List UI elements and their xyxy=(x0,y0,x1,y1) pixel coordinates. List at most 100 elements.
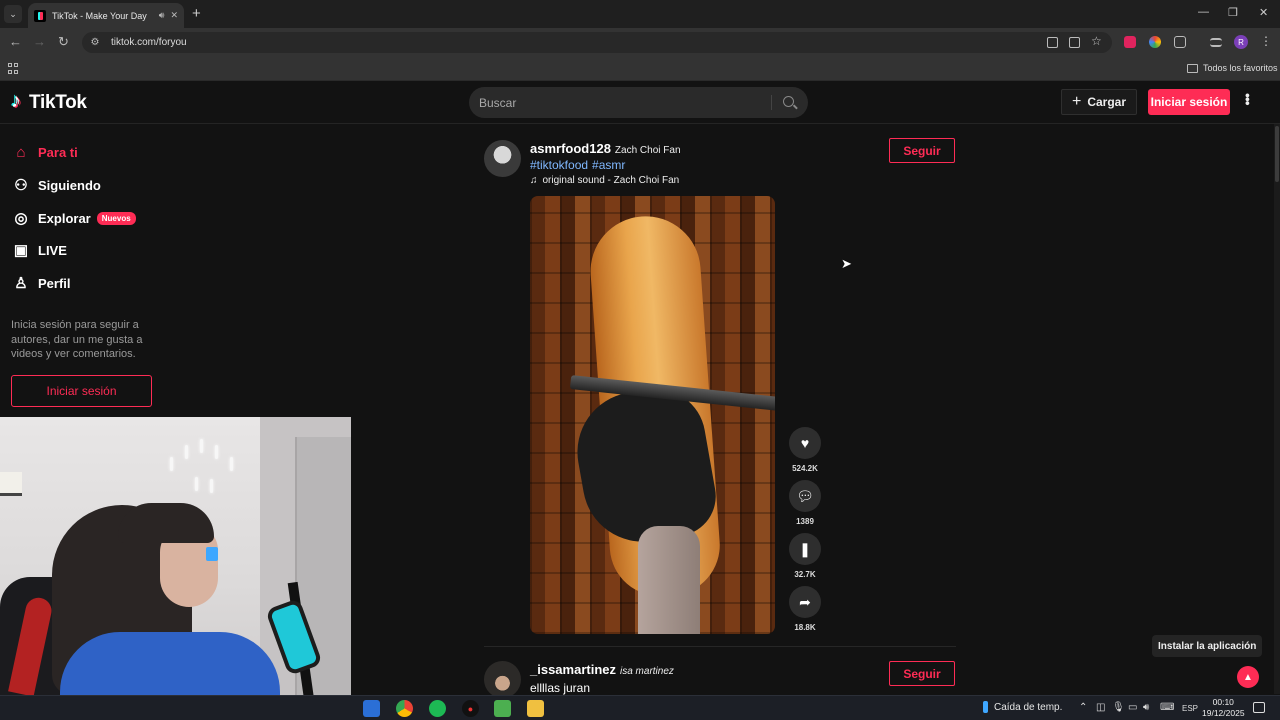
user-icon: ♙ xyxy=(14,275,28,292)
new-badge: Nuevos xyxy=(96,211,136,225)
follow-button[interactable]: Seguir xyxy=(889,661,955,686)
avatar[interactable] xyxy=(484,661,521,695)
share-count: 18.8K xyxy=(794,623,816,632)
scrollbar-thumb[interactable] xyxy=(1275,126,1279,182)
search-icon[interactable] xyxy=(783,96,794,107)
tiktok-note-icon xyxy=(11,90,25,113)
username: asmrfood128 xyxy=(530,141,611,156)
weather-widget[interactable]: Caída de temp. xyxy=(983,701,1062,713)
hashtag-link[interactable]: #tiktokfood xyxy=(530,158,588,172)
home-icon: ⌂ xyxy=(16,143,26,161)
extension-icon[interactable] xyxy=(1124,36,1136,48)
more-options-icon[interactable]: ••• xyxy=(1240,93,1256,105)
translate-icon[interactable] xyxy=(1047,37,1058,48)
date: 19/12/2025 xyxy=(1202,708,1245,718)
music-note-icon: ♫ xyxy=(530,175,538,186)
new-tab-button[interactable]: + xyxy=(192,5,201,23)
sidebar-item-perfil[interactable]: ♙ Perfil xyxy=(12,274,70,292)
scroll-to-top-icon[interactable]: ▲ xyxy=(1237,666,1259,688)
mouse-cursor-icon: ➤ xyxy=(841,256,852,271)
comment-button[interactable]: 💬︎ 1389 xyxy=(788,480,822,526)
video-player[interactable] xyxy=(530,196,775,634)
nickname: isa martinez xyxy=(620,666,674,677)
browser-tab[interactable]: TikTok - Make Your Day 🔊︎ ✕ xyxy=(28,3,184,28)
minecraft-icon[interactable] xyxy=(494,700,511,717)
restore-icon[interactable]: ❐ xyxy=(1228,6,1238,19)
share-button[interactable]: ➦ 18.8K xyxy=(788,586,822,632)
spotify-icon[interactable] xyxy=(429,700,446,717)
install-app-icon[interactable] xyxy=(1069,37,1080,48)
tray-app-icon[interactable]: ◫ xyxy=(1096,702,1105,713)
share-icon: ➦ xyxy=(789,586,821,618)
extensions-puzzle-icon[interactable] xyxy=(1174,36,1186,48)
audio-playing-icon[interactable]: 🔊︎ xyxy=(159,10,165,21)
site-info-icon[interactable]: ⚙ xyxy=(88,36,102,50)
avatar[interactable] xyxy=(484,140,521,177)
app-icon[interactable]: ● xyxy=(462,700,479,717)
sidebar-item-label: Explorar xyxy=(38,210,91,226)
network-icon[interactable]: ▭ xyxy=(1128,702,1137,713)
sidebar-item-live[interactable]: ▣ LIVE xyxy=(12,241,67,259)
post-divider xyxy=(484,646,956,647)
tab-search-button[interactable]: ⌄ xyxy=(4,5,22,23)
scrollbar[interactable] xyxy=(1274,124,1280,694)
tab-title: TikTok - Make Your Day xyxy=(52,10,147,21)
sidebar-item-label: Siguiendo xyxy=(38,177,101,193)
close-tab-icon[interactable]: ✕ xyxy=(170,10,178,21)
feed-post: asmrfood128 Zach Choi Fan #tiktokfood #a… xyxy=(484,138,956,200)
sidebar-login-button[interactable]: Iniciar sesión xyxy=(11,375,152,407)
reload-icon[interactable]: ↻ xyxy=(58,34,69,50)
sidebar-item-siguiendo[interactable]: ⚇ Siguiendo xyxy=(12,176,101,194)
volume-icon[interactable]: 🔊︎ xyxy=(1143,702,1149,713)
forward-arrow-icon[interactable]: → xyxy=(33,34,46,50)
close-window-icon[interactable]: ✕ xyxy=(1259,6,1268,19)
notification-icon[interactable] xyxy=(1253,702,1265,713)
hashtag-link[interactable]: #asmr xyxy=(592,158,625,172)
keyboard-icon[interactable]: ⌨ xyxy=(1160,702,1174,713)
save-button[interactable]: ❚ 32.7K xyxy=(788,533,822,579)
live-icon: ▣ xyxy=(13,242,29,259)
tiktok-favicon-icon xyxy=(34,9,46,22)
sidebar-item-explorar[interactable]: ◎ Explorar Nuevos xyxy=(12,209,136,227)
file-explorer-icon[interactable] xyxy=(527,700,544,717)
login-button[interactable]: Iniciar sesión xyxy=(1148,89,1230,115)
sound-link[interactable]: ♫ original sound - Zach Choi Fan xyxy=(530,175,679,186)
browser-menu-icon[interactable]: ⋮ xyxy=(1260,34,1272,48)
language-indicator[interactable]: ESP xyxy=(1182,704,1198,713)
all-bookmarks-folder[interactable]: Todos los favoritos xyxy=(1187,63,1278,73)
extension-icon[interactable] xyxy=(1149,36,1161,48)
mic-icon[interactable]: 🎙︎ xyxy=(1112,702,1125,713)
time: 00:10 xyxy=(1212,697,1234,707)
tiktok-logo[interactable]: TikTok xyxy=(11,90,87,114)
users-icon: ⚇ xyxy=(14,177,28,194)
minimize-icon[interactable]: — xyxy=(1198,6,1209,18)
profile-avatar[interactable]: R xyxy=(1234,35,1248,49)
chevron-up-icon[interactable]: ⌃ xyxy=(1079,702,1087,713)
login-hint-text: Inicia sesión para seguir a autores, dar… xyxy=(11,319,143,360)
thermometer-icon xyxy=(983,701,988,713)
sound-title: original sound - Zach Choi Fan xyxy=(542,175,680,186)
chrome-icon[interactable] xyxy=(396,700,413,717)
weather-text: Caída de temp. xyxy=(994,701,1063,713)
upload-button[interactable]: + Cargar xyxy=(1061,89,1137,115)
heart-icon: ♥ xyxy=(789,427,821,459)
search-input[interactable] xyxy=(469,95,769,110)
follow-button[interactable]: Seguir xyxy=(889,138,955,163)
apps-grid-icon[interactable] xyxy=(8,63,19,74)
like-count: 524.2K xyxy=(792,464,818,473)
hashtags: #tiktokfood #asmr xyxy=(530,158,625,172)
post-author[interactable]: asmrfood128 Zach Choi Fan xyxy=(530,141,681,156)
bookmarks-folder-label: Todos los favoritos xyxy=(1203,63,1278,73)
address-bar[interactable]: ⚙ tiktok.com/foryou xyxy=(82,32,1112,53)
bookmarks-bar: Todos los favoritos xyxy=(0,57,1280,81)
post-author[interactable]: _issamartinez isa martinez xyxy=(530,662,674,677)
start-app-icon[interactable] xyxy=(363,700,380,717)
clock[interactable]: 00:10 19/12/2025 xyxy=(1202,697,1245,719)
install-app-button[interactable]: Instalar la aplicación xyxy=(1152,635,1263,657)
sidebar-item-para-ti[interactable]: ⌂ Para ti xyxy=(12,143,78,161)
media-control-icon[interactable] xyxy=(1210,38,1222,47)
sidebar-item-label: Para ti xyxy=(38,144,78,160)
back-arrow-icon[interactable]: ← xyxy=(9,34,22,50)
like-button[interactable]: ♥ 524.2K xyxy=(788,427,822,473)
bookmark-star-icon[interactable]: ☆ xyxy=(1091,34,1102,48)
